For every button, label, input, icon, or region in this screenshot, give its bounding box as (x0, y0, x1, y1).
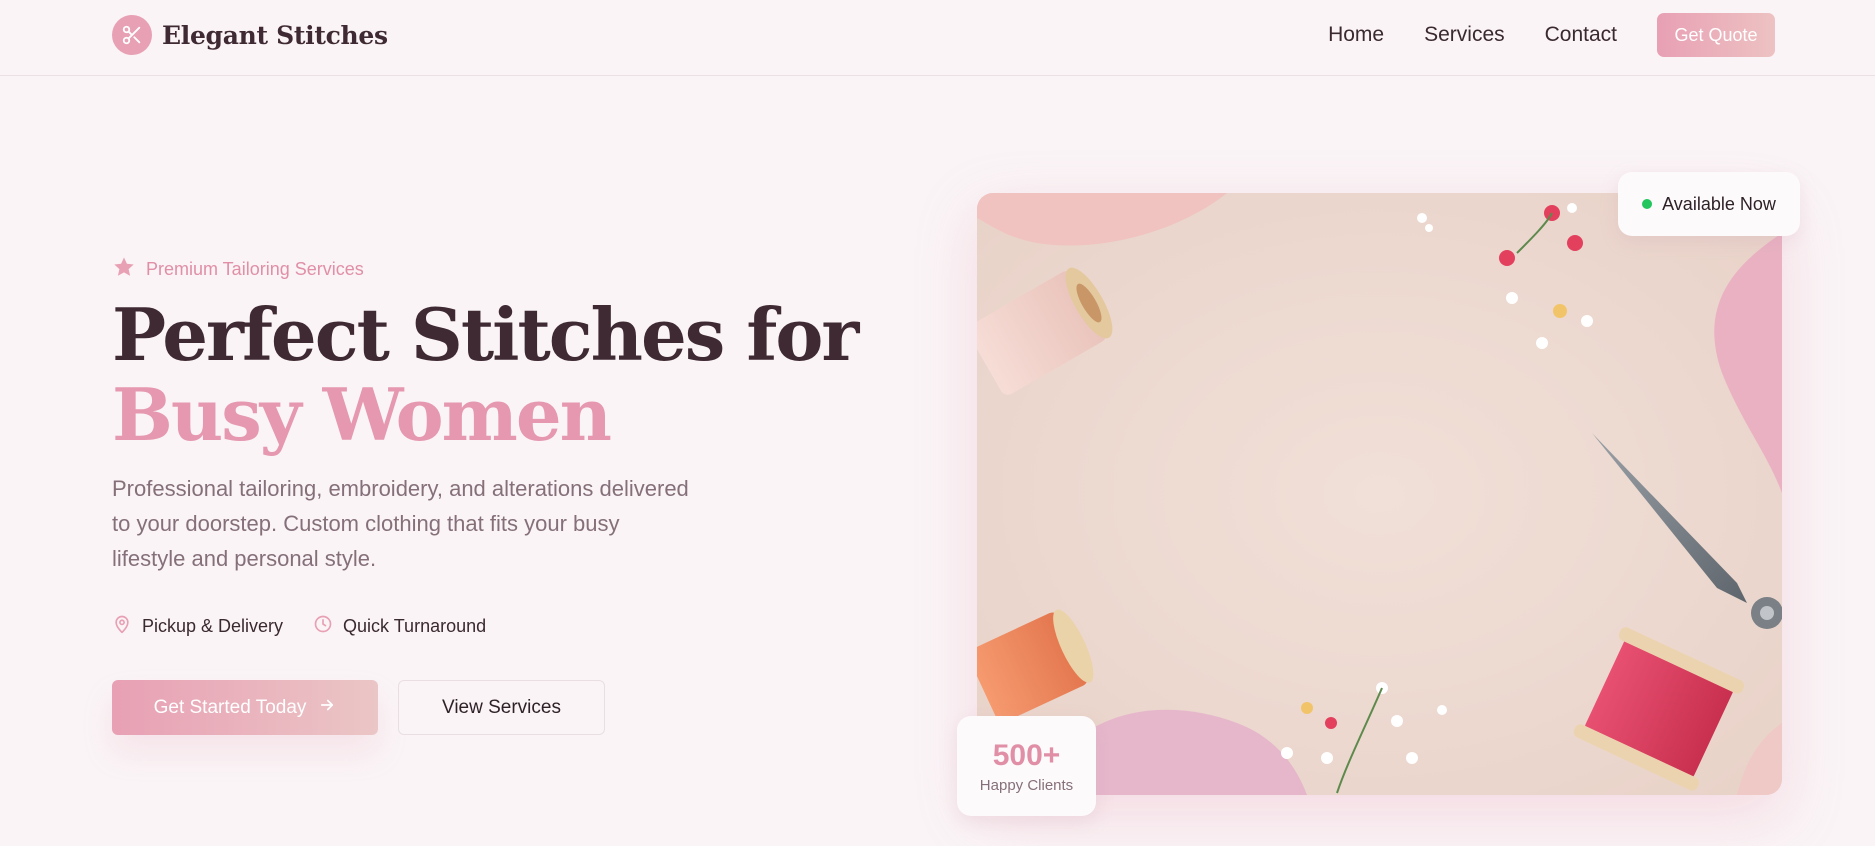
nav-services[interactable]: Services (1424, 23, 1505, 47)
hero-heading-line1: Perfect Stitches for (112, 292, 859, 377)
site-header: Elegant Stitches Home Services Contact G… (0, 0, 1875, 76)
hero-heading-line2: Busy Women (112, 372, 612, 457)
brand-logo[interactable]: Elegant Stitches (112, 15, 388, 55)
hero-description: Professional tailoring, embroidery, and … (112, 476, 689, 571)
feature-list: Pickup & Delivery Quick Turnaround (112, 614, 516, 639)
hero-heading: Perfect Stitches for Busy Women (112, 295, 872, 455)
hero-image (977, 193, 1782, 795)
brand-name: Elegant Stitches (162, 20, 388, 50)
map-pin-icon (112, 614, 132, 639)
feature-label: Pickup & Delivery (142, 616, 284, 636)
tagline-text: Premium Tailoring Services (146, 259, 364, 279)
clients-label: Happy Clients (979, 776, 1074, 794)
clock-icon (313, 614, 333, 639)
clients-count: 500+ (992, 738, 1061, 772)
feature-pickup: Pickup & Delivery (112, 614, 283, 639)
get-quote-button[interactable]: Get Quote (1657, 13, 1775, 57)
main-nav: Home Services Contact Get Quote (1328, 13, 1775, 57)
scissors-icon (112, 15, 152, 55)
nav-home[interactable]: Home (1328, 23, 1384, 47)
view-services-button[interactable]: View Services (398, 680, 605, 735)
feature-label: Quick Turnaround (343, 616, 487, 636)
get-started-label: Get Started Today (153, 696, 307, 718)
get-started-button[interactable]: Get Started Today (112, 680, 378, 735)
available-now-label: Available Now (1662, 193, 1776, 214)
feature-turnaround: Quick Turnaround (313, 614, 486, 639)
arrow-right-icon (306, 696, 336, 720)
star-icon (112, 255, 136, 284)
available-now-badge: Available Now (1618, 172, 1800, 236)
hero-tagline: Premium Tailoring Services (112, 255, 364, 284)
nav-contact[interactable]: Contact (1545, 23, 1617, 47)
happy-clients-badge: 500+ Happy Clients (957, 716, 1096, 816)
status-dot-icon (1642, 199, 1653, 209)
